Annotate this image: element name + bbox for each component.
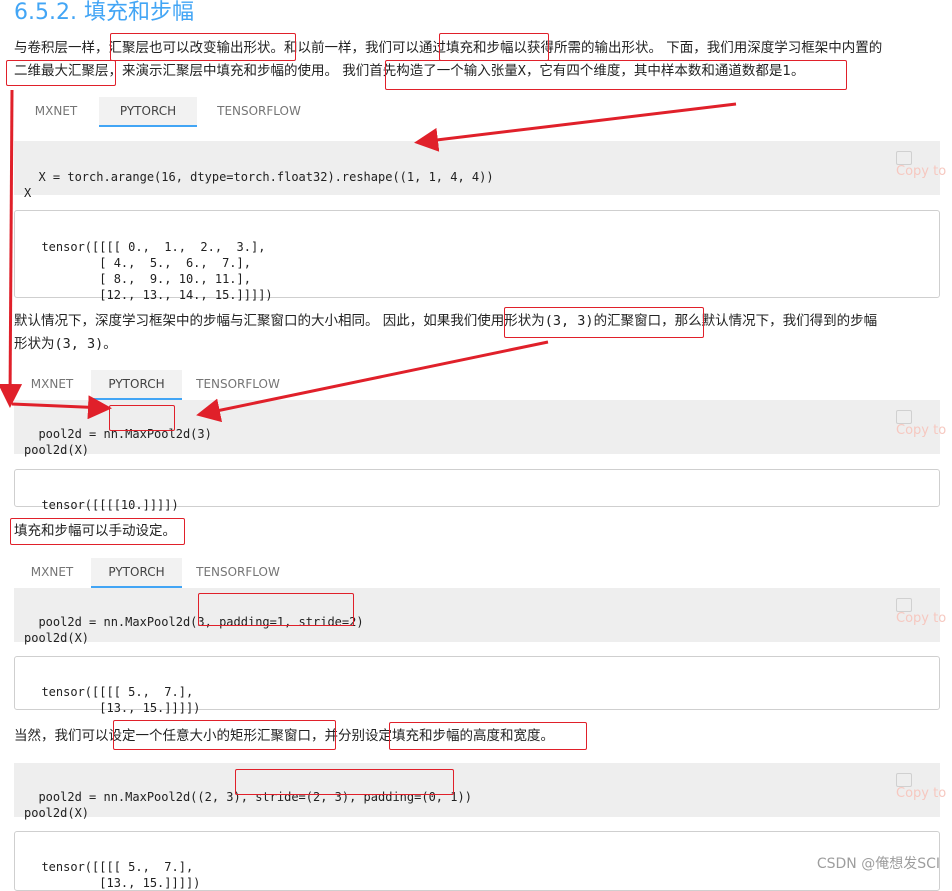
arrow-down-left bbox=[0, 89, 23, 408]
annotation-arrows bbox=[0, 89, 737, 423]
arrow-to-argument bbox=[196, 340, 549, 423]
arrow-to-maxpool bbox=[11, 395, 112, 420]
arrow-to-code-block-1 bbox=[414, 102, 737, 152]
watermark: CSDN @俺想发SCI bbox=[816, 856, 940, 872]
